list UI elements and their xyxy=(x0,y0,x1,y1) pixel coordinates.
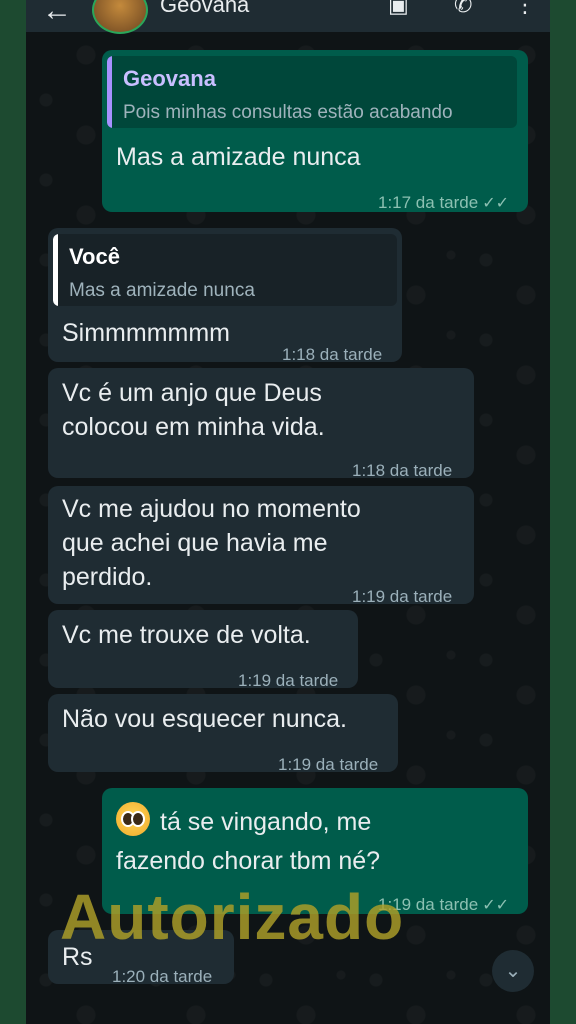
contact-name[interactable]: Geovana xyxy=(160,0,249,18)
message-text: Não vou esquecer nunca. xyxy=(62,705,347,733)
message-text-line: que achei que havia me xyxy=(62,529,328,557)
watermark: Autorizado xyxy=(60,881,405,953)
message-time: 1:19 da tarde xyxy=(238,671,339,690)
message-time: 1:18 da tarde xyxy=(352,461,453,480)
quoted-message[interactable]: Você Mas a amizade nunca xyxy=(53,234,397,306)
message-text-line: fazendo chorar tbm né? xyxy=(116,847,381,875)
chat-screen: ← Geovana ▣ ✆ ⋮ Geovana Pois minhas cons… xyxy=(26,0,550,1024)
quoted-message[interactable]: Geovana Pois minhas consultas estão acab… xyxy=(107,56,517,128)
message-text: Mas a amizade nunca xyxy=(116,143,361,171)
message-time: 1:17 da tarde ✓✓ xyxy=(378,186,509,221)
avatar[interactable] xyxy=(92,0,148,34)
quote-bar xyxy=(107,56,112,128)
message-bubble[interactable]: Vc me ajudou no momento que achei que ha… xyxy=(48,486,474,606)
message-time: 1:19 da tarde xyxy=(278,755,379,774)
double-check-icon: ✓✓ xyxy=(482,897,510,914)
message-bubble[interactable]: Você Mas a amizade nunca Simmmmmmm 1:18 … xyxy=(48,228,402,364)
message-bubble[interactable]: Não vou esquecer nunca. 1:19 da tarde xyxy=(48,694,398,774)
quote-bar xyxy=(53,234,58,306)
pleading-face-emoji xyxy=(116,802,150,836)
message-text: Vc me trouxe de volta. xyxy=(62,621,311,649)
message-bubble[interactable]: Vc é um anjo que Deus colocou em minha v… xyxy=(48,368,474,480)
double-chevron-down-icon[interactable]: ⌄ xyxy=(492,950,534,992)
quote-author: Você xyxy=(69,244,120,269)
call-icon[interactable]: ✆ xyxy=(454,0,472,18)
double-check-icon: ✓✓ xyxy=(482,195,510,212)
message-text-line: Vc é um anjo que Deus xyxy=(62,379,322,407)
arrow-left-icon[interactable]: ← xyxy=(42,0,72,28)
message-bubble[interactable]: Vc me trouxe de volta. 1:19 da tarde xyxy=(48,610,358,690)
video-icon[interactable]: ▣ xyxy=(388,0,409,18)
message-bubble[interactable]: Geovana Pois minhas consultas estão acab… xyxy=(102,50,528,212)
more-vert-icon[interactable]: ⋮ xyxy=(514,0,536,18)
message-text-line: colocou em minha vida. xyxy=(62,413,325,441)
message-time: 1:19 da tarde xyxy=(352,587,453,606)
message-time: 1:20 da tarde xyxy=(112,967,213,986)
quote-text: Pois minhas consultas estão acabando xyxy=(123,102,453,123)
quote-text: Mas a amizade nunca xyxy=(69,280,255,301)
message-text: Simmmmmmm xyxy=(62,319,231,347)
message-text-line: perdido. xyxy=(62,563,153,591)
message-time: 1:18 da tarde xyxy=(282,345,383,364)
message-text-line: Vc me ajudou no momento xyxy=(62,495,361,523)
time-label: 1:17 da tarde xyxy=(378,193,479,212)
message-text-line: tá se vingando, me xyxy=(116,802,371,839)
chat-header: ← Geovana ▣ ✆ ⋮ xyxy=(26,0,550,34)
message-text-line-1: tá se vingando, me xyxy=(160,808,372,836)
quote-author: Geovana xyxy=(123,66,216,91)
